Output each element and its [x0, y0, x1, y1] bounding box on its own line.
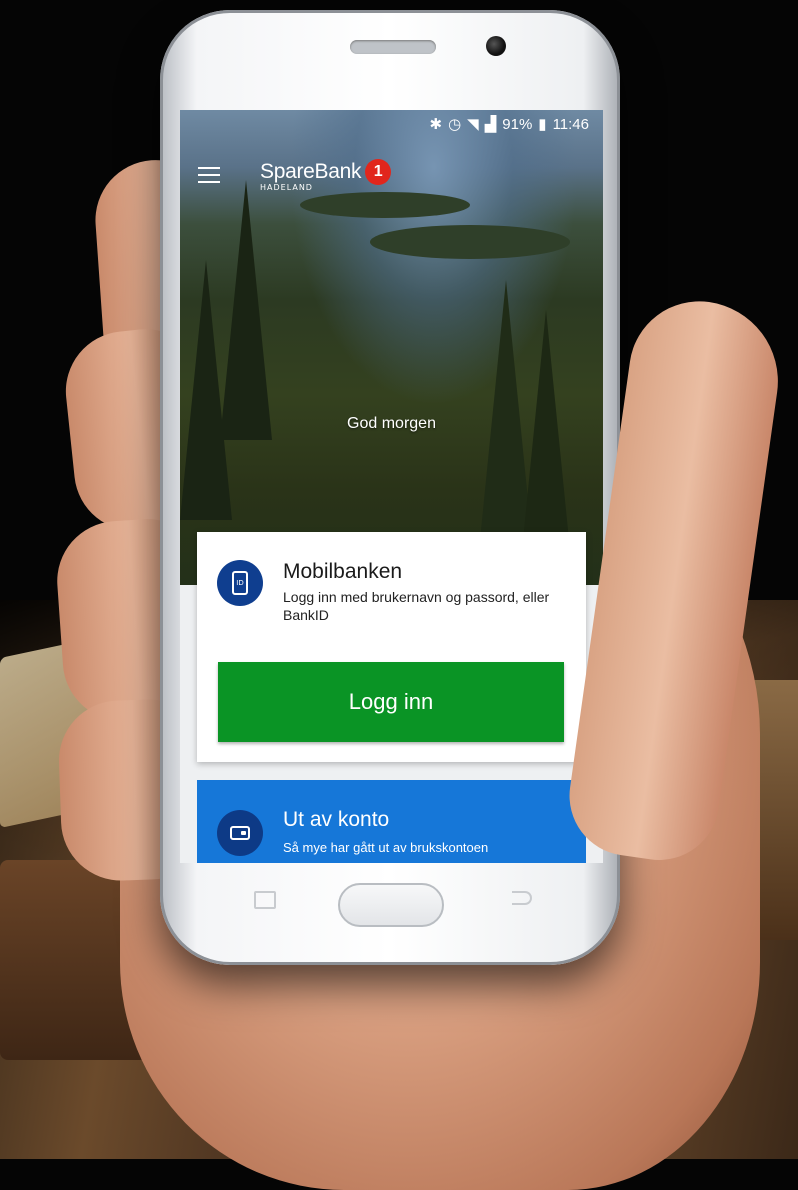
hardware-nav — [180, 863, 603, 943]
wifi-icon: ◥ — [467, 116, 479, 133]
phone-screen: ✱ ◷ ◥ ▟ 91% ▮ 11:46 SpareBank 1 HADELAND… — [180, 110, 603, 863]
battery-level: 91% — [502, 115, 533, 133]
recents-key-icon[interactable] — [254, 891, 276, 909]
login-button[interactable]: Logg inn — [218, 662, 564, 742]
card-description: Logg inn med brukernavn og passord, elle… — [283, 589, 550, 623]
account-card-description: Så mye har gått ut av brukskontoen — [283, 840, 489, 855]
sparebank-logo: SpareBank 1 HADELAND — [260, 158, 392, 192]
home-button[interactable] — [338, 883, 444, 927]
phone-speaker — [350, 40, 436, 54]
mobile-id-icon: ID — [217, 560, 263, 606]
phone-camera — [486, 36, 506, 56]
clock: 11:46 — [552, 115, 589, 133]
signal-icon: ▟ — [484, 116, 497, 133]
tree — [180, 260, 232, 520]
hamburger-menu-icon[interactable] — [198, 167, 220, 183]
island — [370, 225, 570, 259]
mobilbanken-card: ID Mobilbanken Logg inn med brukernavn o… — [197, 532, 586, 762]
logo-badge: 1 — [365, 158, 392, 185]
battery-icon: ▮ — [538, 116, 547, 133]
ut-av-konto-card[interactable]: Ut av konto Så mye har gått ut av bruksk… — [197, 780, 586, 863]
wallet-icon — [217, 810, 263, 856]
logo-subtitle: HADELAND — [260, 182, 313, 192]
back-key-icon[interactable] — [512, 891, 532, 905]
tree — [520, 310, 572, 570]
bluetooth-icon: ✱ — [429, 116, 443, 133]
app-bar: SpareBank 1 HADELAND — [180, 150, 603, 200]
card-title: Mobilbanken — [283, 560, 403, 583]
greeting-text: God morgen — [347, 415, 436, 432]
alarm-icon: ◷ — [448, 116, 462, 133]
account-card-title: Ut av konto — [283, 808, 390, 831]
status-bar: ✱ ◷ ◥ ▟ 91% ▮ 11:46 — [180, 110, 603, 138]
logo-text: SpareBank — [260, 159, 362, 183]
